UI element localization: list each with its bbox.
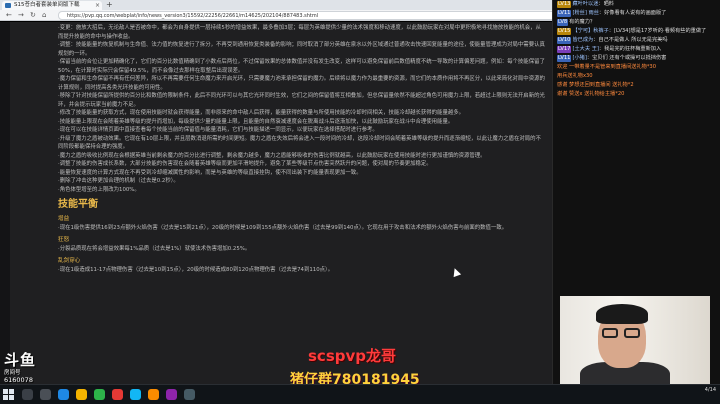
user-level-badge: LV8 (557, 19, 569, 26)
chat-message: LV10 皆已成为：自己不是做人 所以无是完美吗 (553, 36, 720, 45)
article-paragraph: ·调整了技能的伤害成长系数，大部分技能的伤害现在会随着英雄等级而更加平滑地提升，… (58, 161, 432, 167)
chat-message: LV15 【宁可】秋裤子：[LV34]想是17岁听的·看频有些的重做了 (553, 27, 720, 36)
chat-message: LV13 藏叶叶以迷：晒料 (553, 0, 720, 9)
user-level-badge: LV17 (557, 46, 572, 53)
article-paragraph: ·删除了冲击这种更加合理的机制（过去是0.2秒）。 (58, 178, 179, 184)
taskbar-clock[interactable]: 4/14 (705, 387, 716, 394)
section-title: 技能平衡 (58, 199, 98, 210)
search-icon[interactable] (22, 389, 33, 400)
chat-text: 有的魔力？ (569, 19, 596, 25)
article-paragraph: ·技能能量上限现在会随着英雄等级的提升而增加，每级提供少量的能量上限，且能量的自… (58, 118, 454, 125)
article-paragraph: ·魔力之盾的吸收比例现在会根据英雄当前剩余魔力的百分比进行调整，剩余魔力越多，魔… (58, 152, 486, 159)
subsection-heading[interactable]: 乱剑穿心 (58, 257, 546, 266)
chat-username[interactable]: [小猪] (572, 55, 586, 61)
gift-message: 欢迎 一带着量不是管来到直播间送礼物*30 (557, 64, 657, 70)
forward-icon[interactable]: → (18, 10, 24, 21)
chat-username[interactable]: [土大夫 王] (572, 46, 598, 52)
article-paragraph: ·保留当前的合位让更加精确化了，它们的百分比数值精确到了小数点后两位，不过保留效… (58, 59, 545, 74)
game-app-icon[interactable] (166, 389, 177, 400)
logo-subtitle: 房间号 (4, 370, 21, 376)
url-text: https://pvp.qq.com/webplat/info/news_ver… (67, 13, 319, 19)
reload-icon[interactable]: ↻ (30, 10, 36, 21)
home-icon[interactable]: ⌂ (42, 10, 46, 21)
patch-notes-article: ·变更：施放大招后，无论敌人是否被命中，都会为自身提供一层持续5秒的增益效果，最… (58, 24, 546, 274)
streamer-name-watermark: scspvp龙哥 (308, 347, 397, 365)
subsection-heading[interactable]: 狂怒 (58, 236, 546, 245)
gift-message: 用兵送礼物x30 (557, 73, 593, 79)
article-paragraph: ·现在可以在技能详情页面中直接查看每个技能当前的保留值与能量消耗，它们与技能描述… (58, 127, 378, 133)
gift-message: 感谢 梦想还回到直播间 送礼物*2 (557, 82, 634, 88)
article-paragraphs: ·变更：施放大招后，无论敌人是否被命中，都会为自身提供一层持续5秒的增益效果，最… (58, 24, 546, 194)
user-level-badge: LV15 (557, 28, 572, 35)
subsection-item: ·现在1级伤害提供16到23点额外火焰伤害（过去是15到21点），20级的时候是… (58, 224, 508, 231)
room-number: 6160078 (4, 376, 33, 384)
chat-message: LV8 有的魔力？ (553, 18, 720, 27)
article-subsections: 增益 ·现在1级伤害提供16到23点额外火焰伤害（过去是15到21点），20级的时… (58, 215, 546, 274)
page-content: ·变更：施放大招后，无论敌人是否被命中，都会为自身提供一层持续5秒的增益效果，最… (0, 22, 552, 384)
wechat-app-icon[interactable] (94, 389, 105, 400)
browser-app-icon[interactable] (58, 389, 69, 400)
chat-text: ：宝贝们 还有个或操可以抵挡伤害 (586, 55, 667, 61)
chat-text: ：自己不是做人 所以无是完美吗 (593, 37, 668, 43)
clock-time: 4/14 (704, 387, 716, 393)
tab-title: S15苍白者套装单间版下载 (14, 2, 80, 8)
chat-username[interactable]: 【宁可】秋裤子 (572, 28, 608, 34)
chat-text: ：[LV34]想是17岁听的·看频有些的重做了 (608, 28, 707, 34)
article-paragraph: ·变更：施放大招后，无论敌人是否被命中，都会为自身提供一层持续5秒的增益效果，最… (58, 25, 541, 40)
glasses-right (624, 328, 640, 338)
user-level-badge: LV11 (557, 10, 572, 17)
article-paragraph: ·角色体型增至的上限改为100%。 (58, 186, 140, 193)
streamer-webcam (560, 296, 710, 392)
chat-text: ：好像看有人说有的画面版了 (598, 10, 667, 16)
task-view-icon[interactable] (40, 389, 51, 400)
user-level-badge: LV13 (557, 1, 572, 8)
chat-username[interactable]: 藏叶叶以迷 (572, 1, 598, 7)
douyu-app-icon[interactable] (148, 389, 159, 400)
start-menu-icon[interactable] (3, 389, 14, 400)
chat-message-list: LV13 藏叶叶以迷：晒料 LV11 [粉丝] 雨丝：好像看有人说有的画面版了 LV8 有… (553, 0, 720, 63)
tab-close-icon[interactable]: × (95, 1, 100, 10)
windows-taskbar: 4/14 (0, 384, 720, 404)
article-paragraph: ·修改了技能能量的获取方式，现在使用技能时就会获得能量，而非原来的命中敌人后获得… (58, 110, 465, 116)
logo-mark: 斗鱼 (4, 351, 37, 369)
user-level-badge: LV10 (557, 37, 572, 44)
chat-username[interactable]: [粉丝] 雨丝 (572, 10, 598, 16)
subsection-item: ·现在1级造成11-17点物理伤害（过去是10到15点），20级的时候造成80到… (58, 266, 334, 273)
left-gutter (0, 22, 10, 384)
browser-tab[interactable]: S15苍白者套装单间版下载 × (2, 1, 102, 10)
qq-app-icon[interactable] (130, 389, 141, 400)
gift-message-list: 欢迎 一带着量不是管来到直播间送礼物*30 用兵送礼物x30 感谢 梦想还回到直播间… (553, 63, 720, 99)
subsection-item: ·分裂品质现在将会增益效果每1%品质（过去是1%）就使法术伤害增加0.25%。 (58, 245, 251, 252)
article-paragraph: ·能量恢复速度的计算方式现在不再受到冷却缩减属性的影响，而是与英雄的等级直接挂钩… (58, 169, 362, 176)
chat-text: ：我是完的狂杯梅重新加入 (598, 46, 662, 52)
url-field[interactable]: https://pvp.qq.com/webplat/info/news_ver… (58, 11, 618, 20)
chat-message: LV11 [粉丝] 雨丝：好像看有人说有的画面版了 (553, 9, 720, 18)
netease-app-icon[interactable] (112, 389, 123, 400)
obs-app-icon[interactable] (184, 389, 195, 400)
article-paragraph: ·魔力保留和生命保留不再有任何差异，所以不再需要任何生命魔力来开启光环，只需要魔… (58, 76, 545, 91)
streamer-hair (596, 304, 648, 324)
gift-message: 谢谢 赞送x 送礼物给主播*20 (557, 91, 625, 97)
chat-username[interactable]: 皆已成为 (572, 37, 593, 43)
chat-message: LV11 [小猪]：宝贝们 还有个或操可以抵挡伤害 (553, 54, 720, 63)
glasses-left (602, 328, 618, 338)
chat-text: ：晒料 (598, 1, 614, 7)
folder-app-icon[interactable] (76, 389, 87, 400)
user-level-badge: LV11 (557, 55, 572, 62)
back-icon[interactable]: ← (6, 10, 12, 21)
article-paragraph: ·调整：技能能量的恢复机制与生命值、法力值的恢复进行了拆分，不再受到通用恢复类装… (58, 42, 545, 57)
article-paragraph: ·升级了魔力之盾被动效果。它现在有10层上限，并且层数消退所需的时间更短。魔力之… (58, 135, 541, 151)
subsection-heading[interactable]: 增益 (58, 215, 546, 224)
article-paragraph: ·移除了针对技能保留所提供的百分比和数值的限制条件，此后不同光环可以与其它光环同… (58, 93, 545, 108)
new-tab-button[interactable]: + (106, 0, 113, 10)
chat-message: LV17 [土大夫 王]：我是完的狂杯梅重新加入 (553, 45, 720, 54)
site-favicon-icon (5, 3, 11, 8)
